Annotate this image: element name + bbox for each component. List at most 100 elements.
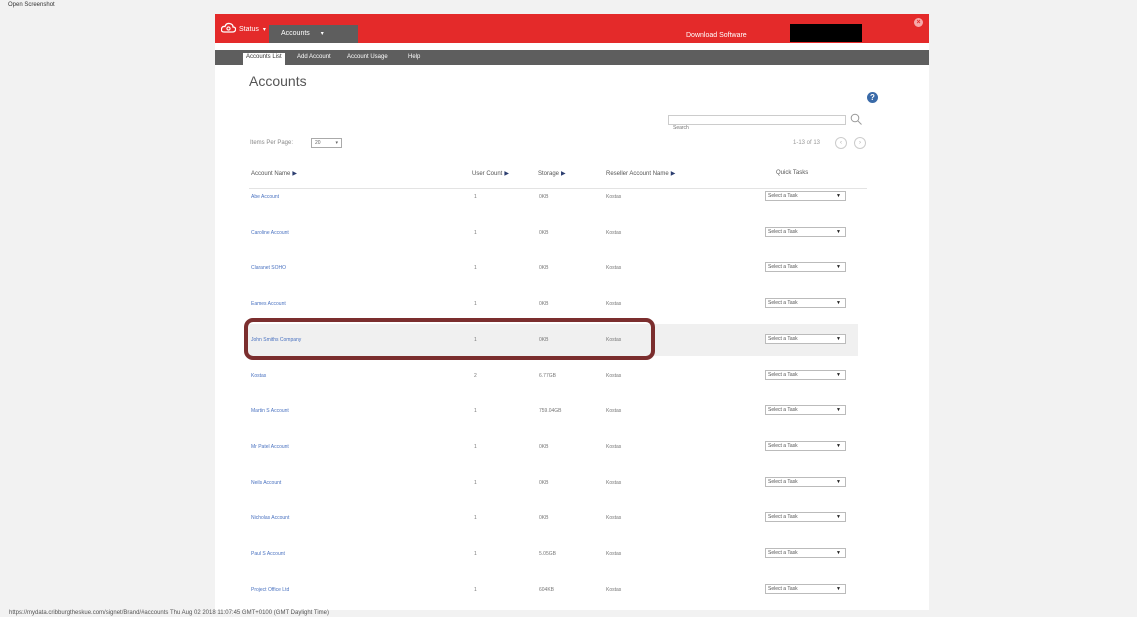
col-header-storage[interactable]: Storage ▶ (538, 170, 566, 177)
search-icon[interactable] (850, 113, 862, 125)
storage-cell: 0KB (539, 337, 549, 343)
storage-cell: 0KB (539, 444, 549, 450)
reseller-cell: Kostas (606, 408, 622, 414)
page-title: Accounts (249, 73, 307, 89)
quick-task-select[interactable]: Select a Task ▼ (765, 548, 846, 558)
account-name-link[interactable]: Claranet SOHO (251, 265, 286, 271)
user-count-cell: 1 (474, 480, 477, 486)
storage-cell: 5.05GB (539, 551, 556, 557)
table-row: Claranet SOHO 1 0KB Kostas Select a Task ▼ (245, 252, 858, 284)
accounts-menu[interactable]: Accounts ▾ (269, 25, 358, 43)
accounts-menu-label: Accounts (281, 30, 310, 37)
account-name-link[interactable]: Neils Account (251, 480, 281, 486)
top-header: Status ▾ Accounts ▾ Download Software × (215, 14, 929, 43)
account-name-link[interactable]: Caroline Account (251, 230, 289, 236)
col-header-reseller[interactable]: Reseller Account Name ▶ (606, 170, 675, 177)
quick-task-select[interactable]: Select a Task ▼ (765, 298, 846, 308)
user-count-cell: 1 (474, 444, 477, 450)
user-menu[interactable] (790, 24, 862, 42)
chevron-down-icon: ▼ (836, 336, 841, 342)
search-input[interactable] (669, 124, 845, 132)
items-per-page-value: 20 (315, 140, 321, 146)
quick-task-label: Select a Task (768, 550, 798, 556)
status-menu-label: Status (239, 26, 259, 33)
col-header-label: User Count (472, 171, 503, 177)
col-header-quick-tasks: Quick Tasks (776, 170, 809, 176)
sub-navigation: Accounts List Add Account Account Usage … (215, 50, 929, 65)
quick-task-select[interactable]: Select a Task ▼ (765, 262, 846, 272)
quick-task-select[interactable]: Select a Task ▼ (765, 405, 846, 415)
tab-help[interactable]: Help (408, 54, 420, 60)
quick-task-label: Select a Task (768, 407, 798, 413)
chevron-down-icon: ▾ (335, 140, 338, 146)
table-row: Project Office Ltd 1 604KB Kostas Select a T… (245, 574, 858, 606)
app-window: Status ▾ Accounts ▾ Download Software × Ac… (215, 14, 929, 610)
quick-task-label: Select a Task (768, 443, 798, 449)
quick-task-select[interactable]: Select a Task ▼ (765, 227, 846, 237)
tab-add-account[interactable]: Add Account (297, 54, 331, 60)
reseller-cell: Kostas (606, 551, 622, 557)
quick-task-label: Select a Task (768, 514, 798, 520)
storage-cell: 604KB (539, 587, 555, 593)
prev-page-icon[interactable]: ‹ (835, 137, 847, 149)
storage-cell: 0KB (539, 230, 549, 236)
table-row: Abe Account 1 0KB Kostas Select a Task ▼ (245, 181, 858, 213)
quick-task-label: Select a Task (768, 229, 798, 235)
user-count-cell: 1 (474, 408, 477, 414)
download-software-link[interactable]: Download Software (686, 32, 747, 39)
account-name-link[interactable]: Project Office Ltd (251, 587, 289, 593)
reseller-cell: Kostas (606, 587, 622, 593)
quick-task-select[interactable]: Select a Task ▼ (765, 512, 846, 522)
quick-task-select[interactable]: Select a Task ▼ (765, 584, 846, 594)
storage-cell: 0KB (539, 515, 549, 521)
table-row: John Smiths Company 1 0KB Kostas Select a Ta… (245, 324, 858, 356)
quick-task-select[interactable]: Select a Task ▼ (765, 441, 846, 451)
table-row: Kostas 2 6.77GB Kostas Select a Task ▼ (245, 360, 858, 392)
col-header-label: Storage (538, 171, 560, 177)
chevron-down-icon: ▼ (836, 550, 841, 556)
quick-task-select[interactable]: Select a Task ▼ (765, 334, 846, 344)
sort-arrow-icon: ▶ (561, 171, 566, 177)
account-name-link[interactable]: John Smiths Company (251, 337, 301, 343)
tab-accounts-list[interactable]: Accounts List (243, 53, 285, 65)
account-name-link[interactable]: Mr Patel Account (251, 444, 289, 450)
items-per-page-select[interactable]: 20 ▾ (311, 138, 342, 148)
table-row: Nicholas Account 1 0KB Kostas Select a Task ▼ (245, 502, 858, 534)
status-menu[interactable]: Status ▾ (239, 26, 266, 33)
quick-task-label: Select a Task (768, 264, 798, 270)
account-name-link[interactable]: Abe Account (251, 194, 279, 200)
account-name-link[interactable]: Paul S Account (251, 551, 285, 557)
cloud-logo-icon[interactable] (221, 22, 236, 34)
chevron-down-icon: ▼ (836, 443, 841, 449)
col-header-account-name[interactable]: Account Name ▶ (251, 170, 297, 177)
user-count-cell: 1 (474, 587, 477, 593)
account-name-link[interactable]: Kostas (251, 373, 266, 379)
quick-task-select[interactable]: Select a Task ▼ (765, 477, 846, 487)
account-name-link[interactable]: Martin S Account (251, 408, 289, 414)
quick-task-label: Select a Task (768, 193, 798, 199)
account-name-link[interactable]: Eames Account (251, 301, 286, 307)
tab-account-usage[interactable]: Account Usage (347, 54, 388, 60)
help-icon[interactable]: ? (867, 92, 878, 103)
chevron-down-icon: ▼ (836, 479, 841, 485)
table-row: Paul S Account 1 5.05GB Kostas Select a Task… (245, 538, 858, 570)
account-name-link[interactable]: Nicholas Account (251, 515, 289, 521)
next-page-icon[interactable]: › (854, 137, 866, 149)
quick-task-select[interactable]: Select a Task ▼ (765, 370, 846, 380)
user-count-cell: 1 (474, 194, 477, 200)
storage-cell: 0KB (539, 301, 549, 307)
status-caret-icon: ▾ (262, 27, 266, 33)
close-icon[interactable]: × (914, 18, 923, 27)
quick-task-select[interactable]: Select a Task ▼ (765, 191, 846, 201)
col-header-user-count[interactable]: User Count ▶ (472, 170, 509, 177)
status-bar-url: https://mydata.cribburgtheskue.com/signe… (9, 610, 330, 616)
screenshot-caption: Open Screenshot (8, 2, 55, 8)
storage-cell: 0KB (539, 194, 549, 200)
reseller-cell: Kostas (606, 194, 622, 200)
reseller-cell: Kostas (606, 373, 622, 379)
user-count-cell: 1 (474, 230, 477, 236)
items-per-page-label: Items Per Page: (250, 140, 294, 146)
user-count-cell: 2 (474, 373, 477, 379)
quick-task-label: Select a Task (768, 479, 798, 485)
col-header-label: Reseller Account Name (606, 171, 669, 177)
